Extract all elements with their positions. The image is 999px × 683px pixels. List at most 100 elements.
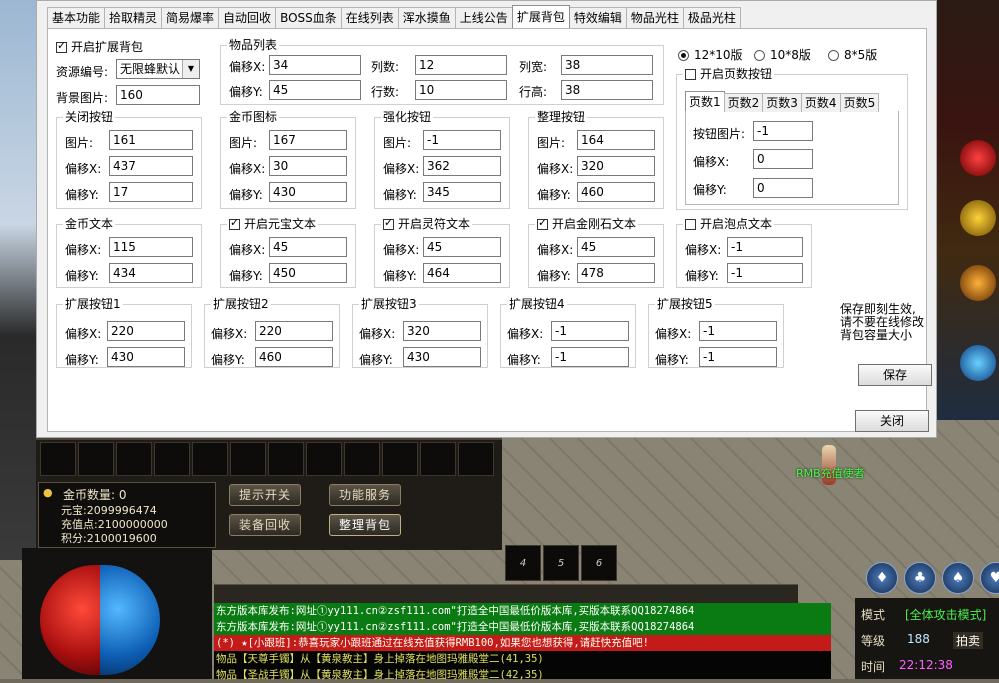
menu-icon[interactable]: ♥ — [980, 562, 999, 594]
version-radio-8x5[interactable]: 8*5版 — [828, 46, 877, 63]
chevron-down-icon[interactable]: ▼ — [182, 60, 199, 78]
ext2-y-input[interactable]: 460 — [255, 347, 333, 367]
skill-slot[interactable]: 4 — [505, 545, 541, 581]
inventory-slot[interactable] — [116, 442, 152, 476]
inventory-slot[interactable] — [268, 442, 304, 476]
diamond-x-input[interactable]: 45 — [577, 237, 655, 257]
lingfu-text-checkbox[interactable]: 开启灵符文本 — [381, 216, 473, 231]
strengthen-image-input[interactable]: -1 — [423, 130, 501, 150]
strengthen-x-input[interactable]: 362 — [423, 156, 501, 176]
page-btn-image-input[interactable]: -1 — [753, 121, 813, 141]
ext1-y-input[interactable]: 430 — [107, 347, 185, 367]
ext3-y-input[interactable]: 430 — [403, 347, 481, 367]
skill-slot[interactable]: 6 — [581, 545, 617, 581]
bubble-text-checkbox[interactable]: 开启泡点文本 — [683, 217, 775, 231]
bubble-x-input[interactable]: -1 — [727, 237, 803, 257]
close-btn-x-input[interactable]: 437 — [109, 156, 193, 176]
radio-dot[interactable] — [828, 50, 839, 61]
page-btn-offset-x-input[interactable]: 0 — [753, 149, 813, 169]
service-button[interactable]: 功能服务 — [329, 484, 401, 506]
ext2-x-input[interactable]: 220 — [255, 321, 333, 341]
item-offset-x-input[interactable]: 34 — [269, 55, 361, 75]
inventory-slot[interactable] — [78, 442, 114, 476]
lingfu-x-input[interactable]: 45 — [423, 237, 501, 257]
inventory-slot[interactable] — [230, 442, 266, 476]
sort-x-input[interactable]: 320 — [577, 156, 655, 176]
yuanbao-x-input[interactable]: 45 — [269, 237, 347, 257]
menu-icon[interactable]: ♦ — [866, 562, 898, 594]
diamond-text-checkbox[interactable]: 开启金刚石文本 — [535, 216, 639, 231]
checkbox-box[interactable] — [56, 39, 67, 53]
tab-extend-bag[interactable]: 扩展背包 — [511, 5, 570, 28]
checkbox-box[interactable] — [229, 216, 240, 230]
inventory-slot[interactable] — [458, 442, 494, 476]
item-rowh-input[interactable]: 38 — [561, 80, 653, 100]
subtab-page4[interactable]: 页数4 — [800, 93, 841, 112]
tab-pickup[interactable]: 拾取精灵 — [104, 7, 163, 28]
yuanbao-text-checkbox[interactable]: 开启元宝文本 — [227, 216, 319, 231]
ext5-x-input[interactable]: -1 — [699, 321, 777, 341]
close-button[interactable]: 关闭 — [855, 410, 929, 432]
page-btn-offset-y-input[interactable]: 0 — [753, 178, 813, 198]
inventory-slot[interactable] — [154, 442, 190, 476]
ext4-x-input[interactable]: -1 — [551, 321, 629, 341]
ext1-x-input[interactable]: 220 — [107, 321, 185, 341]
bubble-y-input[interactable]: -1 — [727, 263, 803, 283]
item-rows-input[interactable]: 10 — [415, 80, 507, 100]
tab-droprate[interactable]: 简易爆率 — [161, 7, 220, 28]
close-btn-y-input[interactable]: 17 — [109, 182, 193, 202]
subtab-page3[interactable]: 页数3 — [762, 93, 802, 112]
tab-item-glow[interactable]: 物品光柱 — [625, 7, 684, 28]
version-radio-10x8[interactable]: 10*8版 — [754, 46, 811, 63]
ext5-y-input[interactable]: -1 — [699, 347, 777, 367]
sort-y-input[interactable]: 460 — [577, 182, 655, 202]
sort-image-input[interactable]: 164 — [577, 130, 655, 150]
subtab-page5[interactable]: 页数5 — [839, 93, 880, 112]
close-btn-image-input[interactable]: 161 — [109, 130, 193, 150]
gold-icon-y-input[interactable]: 430 — [269, 182, 347, 202]
lingfu-y-input[interactable]: 464 — [423, 263, 501, 283]
mode-value[interactable]: [全体攻击模式] — [905, 606, 986, 623]
tab-basic[interactable]: 基本功能 — [47, 7, 106, 28]
ext4-y-input[interactable]: -1 — [551, 347, 629, 367]
gold-text-x-input[interactable]: 115 — [109, 237, 193, 257]
tab-fishing[interactable]: 浑水摸鱼 — [397, 7, 456, 28]
menu-icon[interactable]: ♠ — [942, 562, 974, 594]
gold-icon-image-input[interactable]: 167 — [269, 130, 347, 150]
gold-text-y-input[interactable]: 434 — [109, 263, 193, 283]
tab-rare-glow[interactable]: 极品光柱 — [682, 7, 741, 28]
inventory-slot[interactable] — [344, 442, 380, 476]
tip-toggle-button[interactable]: 提示开关 — [229, 484, 301, 506]
item-offset-y-input[interactable]: 45 — [269, 80, 361, 100]
item-colw-input[interactable]: 38 — [561, 55, 653, 75]
diamond-y-input[interactable]: 478 — [577, 263, 655, 283]
inventory-slot[interactable] — [306, 442, 342, 476]
sort-bag-button[interactable]: 整理背包 — [329, 514, 401, 536]
tab-announce[interactable]: 上线公告 — [454, 7, 513, 28]
subtab-page1[interactable]: 页数1 — [685, 91, 725, 112]
save-button[interactable]: 保存 — [858, 364, 932, 386]
yuanbao-y-input[interactable]: 450 — [269, 263, 347, 283]
recycle-button[interactable]: 装备回收 — [229, 514, 301, 536]
checkbox-box[interactable] — [685, 219, 696, 230]
inventory-slot[interactable] — [420, 442, 456, 476]
version-radio-12x10[interactable]: 12*10版 — [678, 46, 743, 63]
gold-icon-x-input[interactable]: 30 — [269, 156, 347, 176]
resource-select[interactable]: 无限蜂默认 ▼ — [116, 59, 200, 79]
item-cols-input[interactable]: 12 — [415, 55, 507, 75]
tab-effects[interactable]: 特效编辑 — [568, 7, 627, 28]
inventory-slot[interactable] — [192, 442, 228, 476]
checkbox-box[interactable] — [383, 216, 394, 230]
radio-dot[interactable] — [754, 50, 765, 61]
strengthen-y-input[interactable]: 345 — [423, 182, 501, 202]
checkbox-box[interactable] — [537, 216, 548, 230]
subtab-page2[interactable]: 页数2 — [723, 93, 764, 112]
checkbox-box[interactable] — [685, 69, 696, 80]
inventory-slot[interactable] — [382, 442, 418, 476]
inventory-slot[interactable] — [40, 442, 76, 476]
auction-button[interactable]: 拍卖 — [953, 632, 984, 649]
skill-slot[interactable]: 5 — [543, 545, 579, 581]
ext3-x-input[interactable]: 320 — [403, 321, 481, 341]
tab-autorecycle[interactable]: 自动回收 — [218, 7, 277, 28]
enable-bag-checkbox[interactable]: 开启扩展背包 — [56, 38, 143, 55]
